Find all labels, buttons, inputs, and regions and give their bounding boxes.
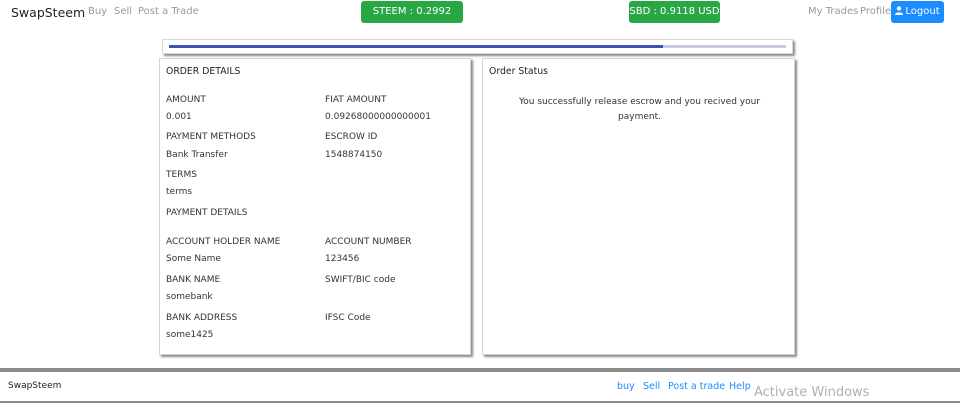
- navbar: SwapSteem Buy Sell Post a Trade STEEM : …: [0, 0, 960, 39]
- account-number-value: 123456: [325, 254, 360, 264]
- amount-value: 0.001: [166, 112, 192, 122]
- progress-track: [169, 45, 786, 48]
- account-holder-label: ACCOUNT HOLDER NAME: [166, 237, 281, 247]
- logout-button[interactable]: Logout: [891, 1, 944, 23]
- escrow-id-value: 1548874150: [325, 150, 383, 160]
- user-icon: [895, 6, 904, 15]
- bank-name-label: BANK NAME: [166, 275, 221, 285]
- nav-link-post-trade[interactable]: Post a Trade: [138, 6, 199, 17]
- bank-address-value: some1425: [166, 330, 214, 340]
- bank-address-label: BANK ADDRESS: [166, 313, 238, 323]
- footer-brand: SwapSteem: [8, 381, 62, 391]
- account-holder-value: Some Name: [166, 254, 221, 264]
- escrow-id-label: ESCROW ID: [325, 132, 378, 142]
- trade-progress: [162, 39, 793, 54]
- order-status-panel: Order Status You successfully release es…: [482, 58, 795, 355]
- progress-fill: [169, 45, 663, 48]
- payment-details-heading: PAYMENT DETAILS: [166, 208, 248, 218]
- account-number-label: ACCOUNT NUMBER: [325, 237, 412, 247]
- nav-link-buy[interactable]: Buy: [88, 6, 107, 17]
- order-details-title: ORDER DETAILS: [166, 66, 241, 77]
- nav-link-my-trades[interactable]: My Trades: [808, 6, 858, 17]
- steem-price-badge: STEEM : 0.2992 USD: [361, 1, 463, 39]
- payment-methods-value: Bank Transfer: [166, 150, 228, 160]
- footer: SwapSteem buy Sell Post a trade Help Act…: [0, 372, 960, 403]
- fiat-amount-value: 0.09268000000000001: [325, 112, 431, 122]
- order-details-panel: ORDER DETAILS AMOUNT 0.001 FIAT AMOUNT 0…: [159, 58, 471, 355]
- order-status-message: You successfully release escrow and you …: [518, 97, 761, 122]
- logout-label: Logout: [905, 6, 940, 17]
- nav-link-sell[interactable]: Sell: [114, 6, 132, 17]
- order-status-title: Order Status: [489, 66, 548, 77]
- nav-link-profile[interactable]: Profile: [860, 6, 891, 17]
- terms-value: terms: [166, 187, 193, 197]
- footer-link-buy[interactable]: buy: [617, 381, 635, 392]
- ifsc-code-label: IFSC Code: [325, 313, 371, 323]
- swift-code-label: SWIFT/BIC code: [325, 275, 396, 285]
- payment-methods-label: PAYMENT METHODS: [166, 132, 256, 142]
- fiat-amount-label: FIAT AMOUNT: [325, 95, 387, 105]
- footer-link-sell[interactable]: Sell: [643, 381, 660, 392]
- activate-windows-watermark: Activate Windows: [754, 385, 870, 400]
- terms-label: TERMS: [166, 170, 197, 180]
- bank-name-value: somebank: [166, 292, 213, 302]
- brand-logo[interactable]: SwapSteem: [11, 5, 85, 20]
- footer-link-help[interactable]: Help: [729, 381, 751, 392]
- amount-label: AMOUNT: [166, 95, 206, 105]
- sbd-price-badge: SBD : 0.9118 USD: [629, 1, 720, 23]
- footer-link-post-trade[interactable]: Post a trade: [668, 381, 725, 392]
